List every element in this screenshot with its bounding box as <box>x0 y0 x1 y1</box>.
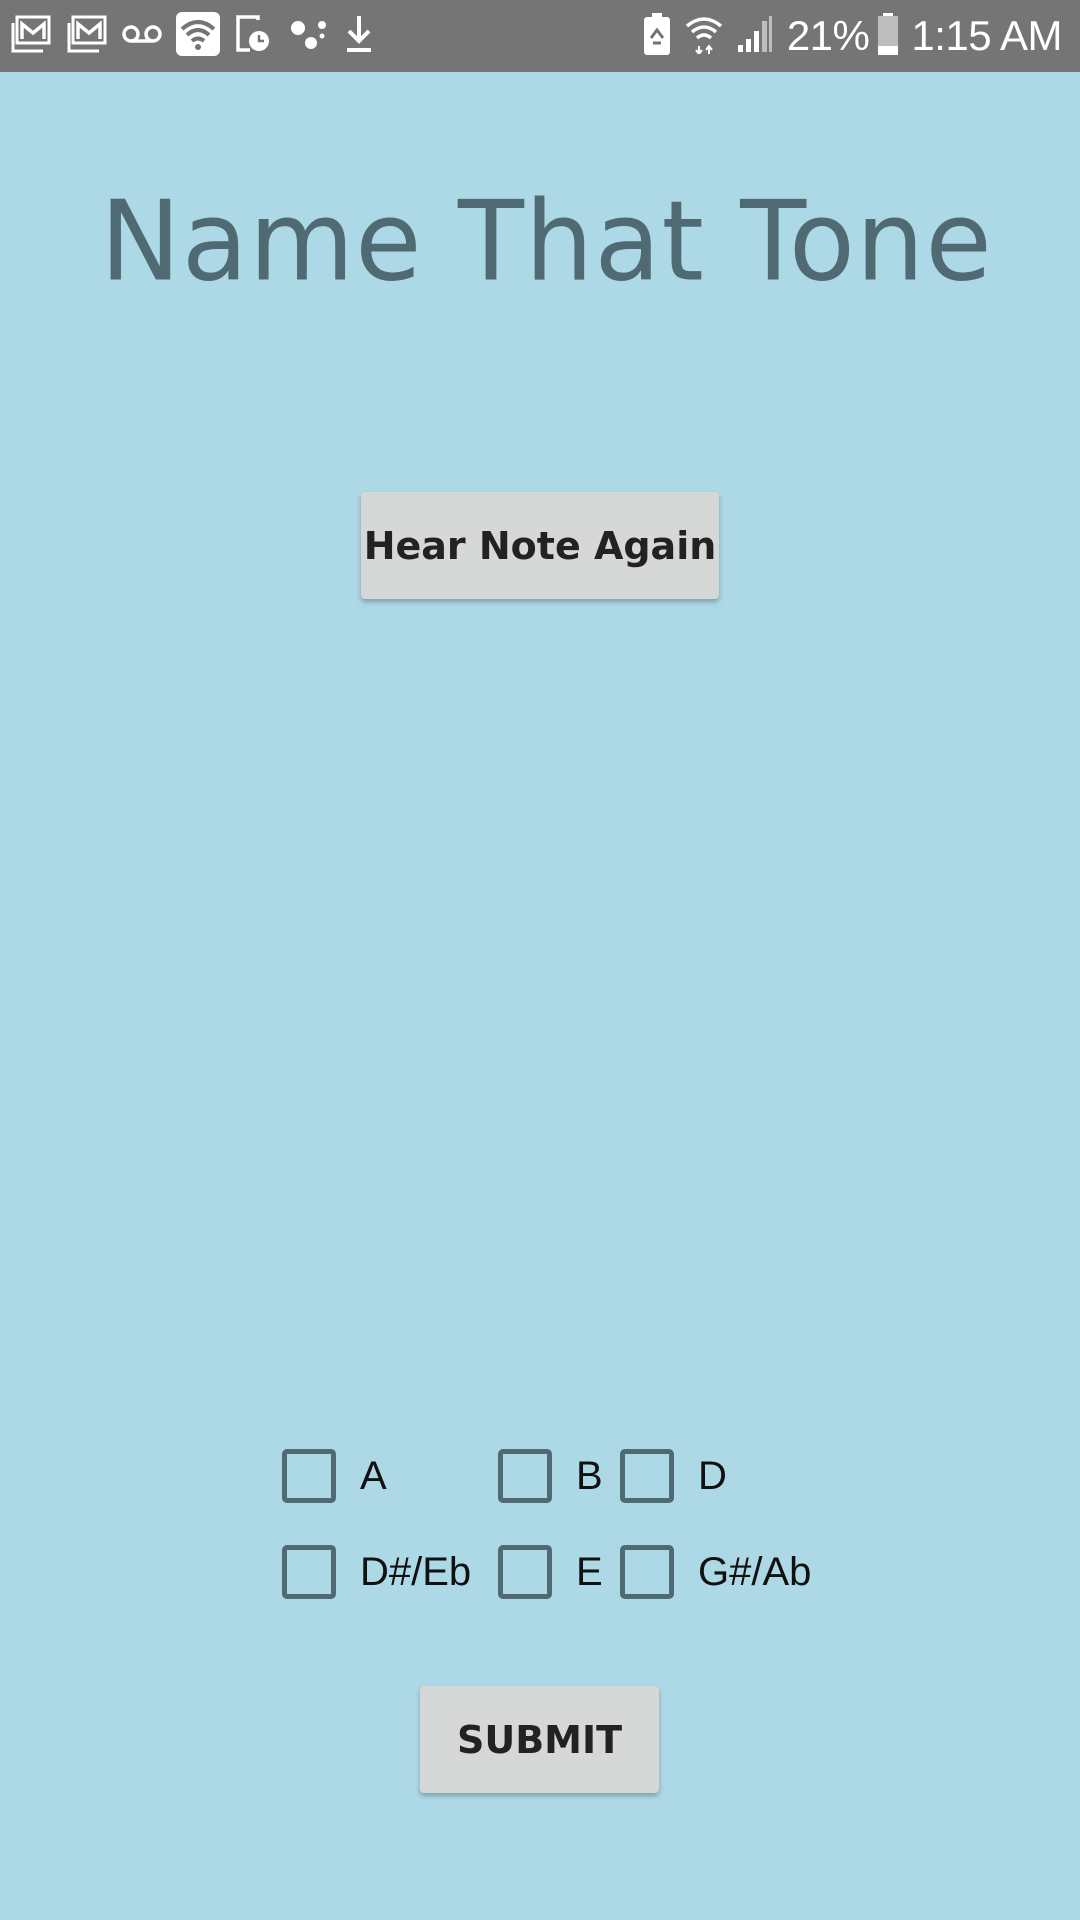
gmail-icon <box>10 15 52 58</box>
submit-button[interactable]: SUBMIT <box>420 1686 659 1793</box>
checkbox-box[interactable] <box>620 1449 674 1503</box>
checkbox-box[interactable] <box>282 1449 336 1503</box>
checkbox-box[interactable] <box>498 1545 552 1599</box>
checkbox-a[interactable]: A <box>282 1449 387 1503</box>
gmail-icon <box>66 15 108 58</box>
checkbox-box[interactable] <box>620 1545 674 1599</box>
checkbox-box[interactable] <box>282 1545 336 1599</box>
checkbox-box[interactable] <box>498 1449 552 1503</box>
checkbox-d-sharp-e-flat[interactable]: D#/Eb <box>282 1545 471 1599</box>
checkbox-label: D#/Eb <box>360 1549 472 1594</box>
wifi-calling-icon <box>176 11 220 61</box>
system-indicators: 21% 1:15 AM <box>643 10 1062 62</box>
checkbox-label: G#/Ab <box>698 1549 812 1594</box>
download-icon <box>342 14 376 59</box>
checkbox-label: D <box>698 1453 727 1498</box>
clock: 1:15 AM <box>911 12 1062 59</box>
checkbox-b[interactable]: B <box>498 1449 603 1503</box>
assistant-icon <box>288 16 328 57</box>
battery-percent: 21% <box>786 12 870 59</box>
screen-timer-icon <box>234 14 274 59</box>
checkbox-e[interactable]: E <box>498 1545 603 1599</box>
wifi-icon <box>685 14 723 59</box>
battery-saver-icon <box>643 12 671 61</box>
page-title: Name That Tone <box>100 178 993 307</box>
status-bar: 21% 1:15 AM <box>0 0 1080 72</box>
checkbox-d[interactable]: D <box>620 1449 727 1503</box>
checkbox-g-sharp-a-flat[interactable]: G#/Ab <box>620 1545 811 1599</box>
battery-icon <box>877 12 899 61</box>
signal-icon <box>737 15 773 58</box>
checkbox-label: A <box>360 1453 387 1498</box>
notification-icons <box>10 11 390 61</box>
checkbox-label: B <box>576 1453 603 1498</box>
hear-note-again-button[interactable]: Hear Note Again <box>361 492 719 599</box>
voicemail-icon <box>122 22 162 51</box>
checkbox-label: E <box>576 1549 603 1594</box>
